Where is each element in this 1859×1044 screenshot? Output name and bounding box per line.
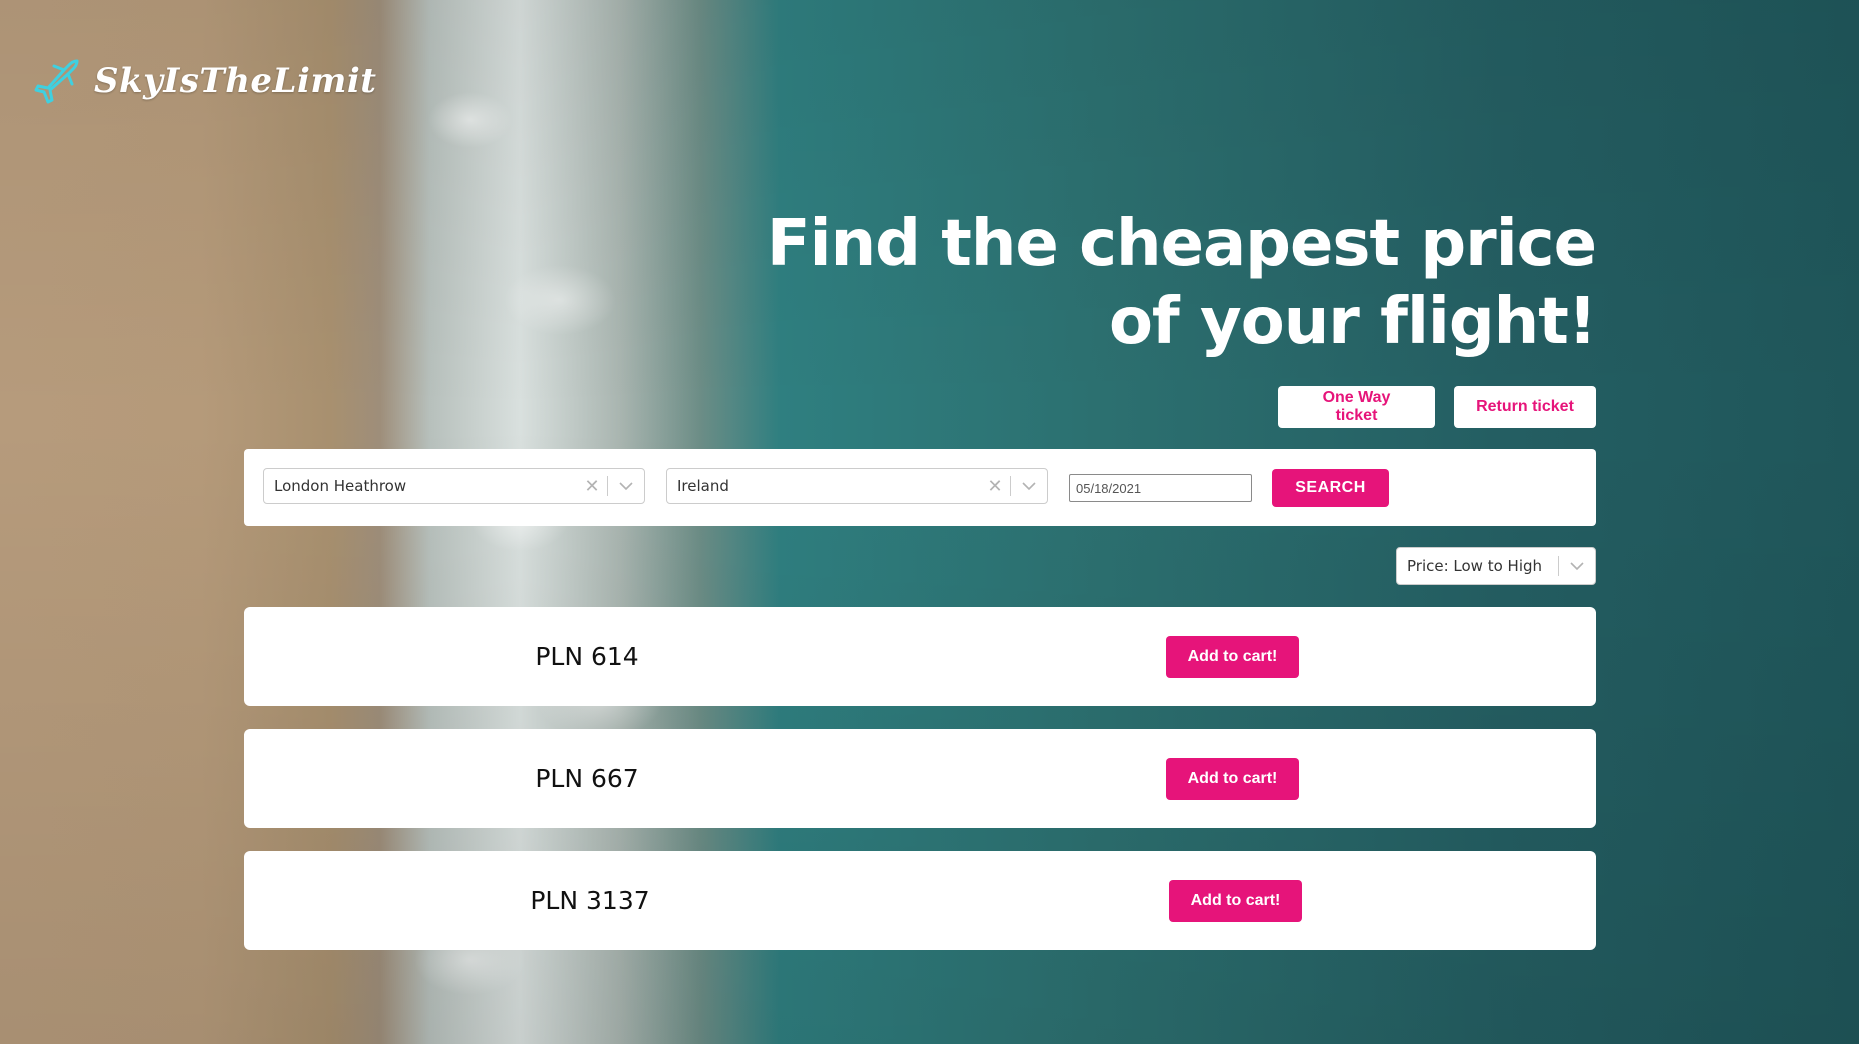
destination-value: Ireland (677, 477, 729, 495)
search-panel: London Heathrow ✕ Ireland ✕ SEARCH (244, 449, 1596, 526)
hero-heading: Find the cheapest price of your flight! (766, 205, 1597, 361)
sort-select[interactable]: Price: Low to High (1396, 547, 1596, 585)
price-text: PLN 667 (535, 764, 639, 793)
one-way-ticket-button[interactable]: One Way ticket (1278, 386, 1435, 428)
origin-select[interactable]: London Heathrow ✕ (263, 468, 645, 504)
brand-name: SkyIsTheLimit (94, 61, 377, 101)
departure-date-input[interactable] (1069, 474, 1252, 502)
origin-value: London Heathrow (274, 477, 407, 495)
clear-icon[interactable]: ✕ (577, 476, 607, 497)
clear-icon[interactable]: ✕ (980, 476, 1010, 497)
search-button[interactable]: SEARCH (1272, 469, 1389, 507)
hero-line-1: Find the cheapest price (766, 207, 1597, 281)
hero-line-2: of your flight! (1108, 285, 1597, 359)
price-text: PLN 3137 (530, 886, 650, 915)
add-to-cart-button[interactable]: Add to cart! (1166, 758, 1299, 800)
sort-value: Price: Low to High (1407, 557, 1543, 575)
logo[interactable]: SkyIsTheLimit (34, 58, 376, 104)
result-card: PLN 614 Add to cart! (244, 607, 1596, 706)
destination-select[interactable]: Ireland ✕ (666, 468, 1048, 504)
ticket-type-toggle: One Way ticket Return ticket (1278, 386, 1596, 428)
return-ticket-button[interactable]: Return ticket (1454, 386, 1596, 428)
add-to-cart-button[interactable]: Add to cart! (1169, 880, 1302, 922)
chevron-down-icon[interactable] (1011, 481, 1047, 491)
plane-icon (34, 59, 79, 104)
chevron-down-icon[interactable] (608, 481, 644, 491)
chevron-down-icon[interactable] (1559, 561, 1595, 571)
result-card: PLN 667 Add to cart! (244, 729, 1596, 828)
add-to-cart-button[interactable]: Add to cart! (1166, 636, 1299, 678)
price-text: PLN 614 (535, 642, 639, 671)
result-card: PLN 3137 Add to cart! (244, 851, 1596, 950)
results-list: PLN 614 Add to cart! PLN 667 Add to cart… (244, 607, 1596, 973)
